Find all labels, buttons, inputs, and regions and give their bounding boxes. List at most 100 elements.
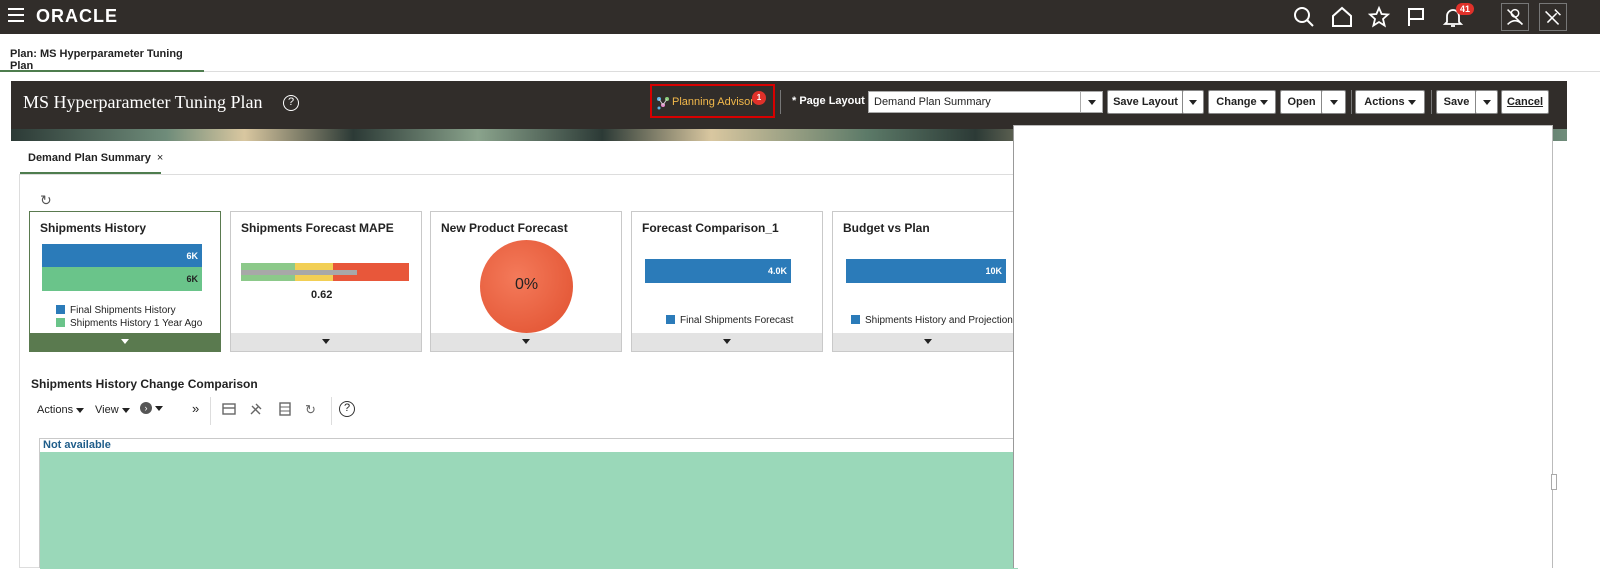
section-title: Shipments History Change Comparison	[31, 377, 258, 391]
flag-icon[interactable]	[1404, 5, 1428, 29]
card-expand-toggle[interactable]	[30, 333, 220, 351]
chevron-down-icon[interactable]	[1080, 92, 1102, 112]
go-to-icon[interactable]: ›	[140, 402, 164, 414]
header-divider	[780, 90, 781, 114]
header-divider	[1351, 90, 1352, 114]
help-icon[interactable]: ?	[283, 95, 299, 111]
legend-swatch	[851, 315, 860, 324]
tab-demand-plan-summary[interactable]: Demand Plan Summary ×	[20, 148, 163, 174]
page-layout-select[interactable]: Demand Plan Summary	[868, 91, 1103, 113]
table-icon[interactable]	[278, 402, 292, 416]
new-product-pie[interactable]: 0%	[480, 240, 573, 333]
chevron-down-icon	[1189, 99, 1197, 105]
toolbar-actions-menu[interactable]: Actions	[37, 404, 85, 416]
search-icon[interactable]	[1292, 5, 1316, 29]
page-layout-value: Demand Plan Summary	[874, 96, 991, 108]
legend-swatch	[56, 305, 65, 314]
chevron-down-icon	[76, 407, 85, 413]
chevron-down-icon	[924, 339, 932, 344]
chevron-down-icon	[155, 405, 164, 411]
card-expand-toggle[interactable]	[231, 333, 421, 351]
required-mark: *	[792, 95, 797, 107]
bar-final-shipments-forecast[interactable]: 4.0K	[645, 259, 791, 283]
planning-advisor-button[interactable]: Planning Advisor 1	[650, 84, 775, 118]
bar-shipments-history-projection[interactable]: 10K	[846, 259, 1006, 283]
change-button[interactable]: Change	[1208, 90, 1276, 114]
network-icon	[657, 97, 669, 110]
gauge-needle	[241, 270, 357, 275]
tools-icon[interactable]	[249, 402, 263, 416]
grid-body	[40, 452, 1018, 569]
undo-icon[interactable]: ↻	[305, 402, 316, 418]
shipments-forecast-mape-card[interactable]: Shipments Forecast MAPE 0.62	[230, 211, 422, 352]
tab-label: Demand Plan Summary	[28, 152, 151, 164]
pie-value: 0%	[514, 276, 539, 293]
page-title: MS Hyperparameter Tuning Plan	[23, 92, 263, 112]
card-expand-toggle[interactable]	[632, 333, 822, 351]
card-title: New Product Forecast	[441, 221, 568, 235]
shipments-history-card[interactable]: Shipments History 6K 6K Final Shipments …	[29, 211, 221, 352]
grid-header: Not available	[40, 439, 1018, 452]
card-title: Shipments Forecast MAPE	[241, 221, 394, 235]
overflow-icon[interactable]: »	[192, 401, 199, 416]
page-layout-label: * Page Layout	[792, 95, 865, 107]
new-product-forecast-card[interactable]: New Product Forecast 0%	[430, 211, 622, 352]
chevron-down-icon	[723, 339, 731, 344]
legend-item: Shipments History 1 Year Ago	[56, 318, 202, 329]
card-expand-toggle[interactable]	[833, 333, 1023, 351]
global-header: ORACLE 41	[0, 0, 1600, 34]
budget-vs-plan-card[interactable]: Budget vs Plan 10K Shipments History and…	[832, 211, 1024, 352]
legend-swatch	[666, 315, 675, 324]
cancel-button[interactable]: Cancel	[1501, 90, 1549, 114]
settings-icon[interactable]	[1539, 3, 1567, 31]
user-icon[interactable]	[1501, 3, 1529, 31]
legend-label: Final Shipments History	[70, 305, 176, 316]
chevron-down-icon	[1329, 99, 1338, 105]
card-title: Forecast Comparison_1	[642, 221, 779, 235]
advisor-count-badge: 1	[752, 91, 766, 105]
bar-final-shipments[interactable]: 6K	[42, 244, 202, 268]
chevron-down-icon	[322, 339, 330, 344]
actions-menu-label: Actions	[37, 404, 74, 416]
toolbar-view-menu[interactable]: View	[95, 404, 130, 416]
card-title: Budget vs Plan	[843, 221, 930, 235]
home-icon[interactable]	[1330, 5, 1354, 29]
save-layout-button[interactable]: Save Layout	[1107, 90, 1183, 114]
save-menu-button[interactable]	[1475, 90, 1498, 114]
chevron-down-icon	[121, 407, 130, 413]
save-button[interactable]: Save	[1436, 90, 1476, 114]
mape-value: 0.62	[311, 289, 333, 301]
legend-swatch	[56, 318, 65, 327]
page-layout-label-text: Page Layout	[799, 95, 865, 107]
close-icon[interactable]: ×	[157, 152, 163, 164]
legend-item: Final Shipments Forecast	[666, 315, 793, 326]
panel-collapse-handle[interactable]	[1551, 474, 1557, 490]
star-icon[interactable]	[1367, 5, 1391, 29]
chevron-down-icon	[1482, 99, 1491, 105]
actions-button[interactable]: Actions	[1355, 90, 1425, 114]
card-expand-toggle[interactable]	[431, 333, 621, 351]
toolbar-divider	[210, 397, 211, 425]
header-divider	[1431, 90, 1432, 114]
legend-label: Final Shipments Forecast	[680, 315, 794, 326]
hamburger-menu-icon[interactable]	[8, 8, 24, 22]
open-button[interactable]: Open	[1280, 90, 1322, 114]
legend-label: Shipments History 1 Year Ago	[70, 318, 203, 329]
open-menu-button[interactable]	[1321, 90, 1346, 114]
export-icon[interactable]	[222, 402, 236, 416]
forecast-comparison-card[interactable]: Forecast Comparison_1 4.0K Final Shipmen…	[631, 211, 823, 352]
planning-advisor-panel	[1013, 125, 1553, 568]
refresh-icon[interactable]: ↻	[40, 192, 52, 209]
legend-item: Shipments History and Projection	[851, 315, 1013, 326]
plan-tab[interactable]: Plan: MS Hyperparameter Tuning Plan	[0, 48, 204, 72]
view-menu-label: View	[95, 404, 119, 416]
change-label: Change	[1216, 96, 1257, 108]
bar-shipments-1-year-ago[interactable]: 6K	[42, 267, 202, 291]
help-icon[interactable]: ?	[339, 401, 355, 417]
save-layout-menu-button[interactable]	[1182, 90, 1204, 114]
plan-tab-strip: Plan: MS Hyperparameter Tuning Plan	[0, 34, 1600, 72]
oracle-logo[interactable]: ORACLE	[36, 6, 118, 27]
planning-advisor-label: Planning Advisor	[672, 96, 754, 108]
toolbar-divider	[331, 397, 332, 425]
legend-label: Shipments History and Projection	[865, 315, 1013, 326]
